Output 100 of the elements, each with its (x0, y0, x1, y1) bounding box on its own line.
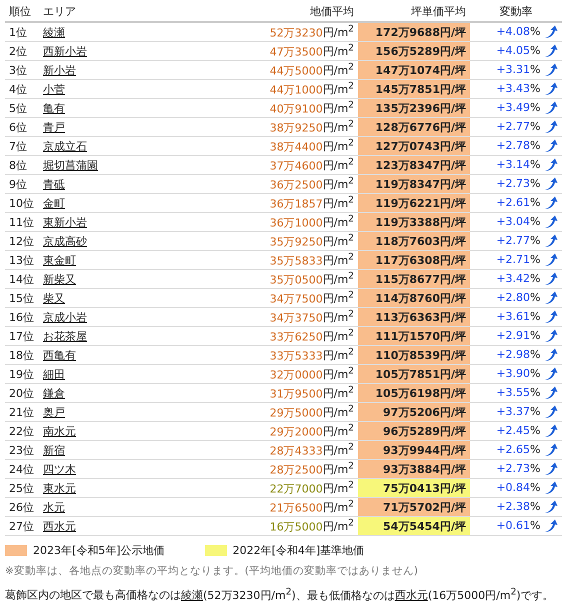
price-cell: 35万9250円/m$^{2}$ (159, 232, 358, 250)
tsubo-price-cell: 127万0743円/坪 (358, 136, 470, 156)
curved-arrow-icon (544, 481, 558, 495)
tsubo-price-cell: 115万8677円/坪 (358, 270, 470, 288)
area-link[interactable]: 西水元 (43, 520, 76, 532)
area-link[interactable]: 京成高砂 (43, 234, 87, 248)
curved-arrow-icon (544, 158, 558, 172)
change-rate-cell: +2.65% (470, 440, 562, 460)
area-link[interactable]: 奥戸 (43, 406, 65, 418)
area-link[interactable]: 京成小岩 (43, 310, 87, 324)
rank-cell: 25位 (5, 478, 39, 498)
rank-cell: 16位 (5, 308, 39, 326)
price-cell: 36万2500円/m$^{2}$ (159, 174, 358, 194)
price-cell: 29万2000円/m$^{2}$ (159, 422, 358, 440)
note-text: ※変動率は、各地点の変動率の平均となります。(平均地価の変動率ではありません) (5, 564, 419, 578)
curved-arrow-icon (544, 500, 558, 514)
price-cell: 34万7500円/m$^{2}$ (159, 288, 358, 308)
area-link[interactable]: 東金町 (43, 254, 76, 266)
area-link[interactable]: 亀有 (43, 102, 65, 114)
area-link[interactable]: 四ツ木 (43, 462, 76, 476)
change-rate-cell: +3.42% (470, 270, 562, 288)
price-cell: 16万5000円/m$^{2}$ (159, 516, 358, 536)
price-cell: 32万0000円/m$^{2}$ (159, 364, 358, 384)
area-link[interactable]: 東水元 (43, 482, 76, 494)
area-link[interactable]: 西亀有 (43, 348, 76, 362)
area-link[interactable]: 西新小岩 (43, 44, 87, 58)
area-link[interactable]: 金町 (43, 196, 65, 210)
rank-cell: 4位 (5, 80, 39, 98)
change-rate-cell: +2.61% (470, 194, 562, 212)
area-link[interactable]: お花茶屋 (43, 330, 87, 342)
area-link[interactable]: 東新小岩 (43, 216, 87, 228)
tsubo-price-cell: 117万6308円/坪 (358, 250, 470, 270)
change-rate-cell: +2.91% (470, 326, 562, 346)
rank-cell: 8位 (5, 156, 39, 174)
change-rate-cell: +2.78% (470, 136, 562, 156)
tsubo-price-cell: 105万6198円/坪 (358, 384, 470, 402)
price-cell: 52万3230円/m$^{2}$ (159, 22, 358, 42)
area-link[interactable]: 西水元 (394, 588, 428, 602)
price-cell: 33万5333円/m$^{2}$ (159, 346, 358, 364)
curved-arrow-icon (544, 405, 558, 419)
price-cell: 21万6500円/m$^{2}$ (159, 498, 358, 516)
price-cell: 36万1000円/m$^{2}$ (159, 212, 358, 232)
curved-arrow-icon (544, 196, 558, 210)
area-link[interactable]: 新柴又 (43, 272, 76, 286)
rank-cell: 14位 (5, 270, 39, 288)
change-rate-cell: +3.90% (470, 364, 562, 384)
price-cell: 36万1857円/m$^{2}$ (159, 194, 358, 212)
area-link[interactable]: 小菅 (43, 82, 65, 96)
column-header: 順位 (5, 2, 39, 22)
area-link[interactable]: 水元 (43, 500, 65, 514)
curved-arrow-icon (544, 291, 558, 305)
area-link[interactable]: 青戸 (43, 120, 65, 134)
curved-arrow-icon (544, 82, 558, 96)
tsubo-price-cell: 97万5206円/坪 (358, 402, 470, 422)
price-cell: 28万4333円/m$^{2}$ (159, 440, 358, 460)
tsubo-price-cell: 114万8760円/坪 (358, 288, 470, 308)
curved-arrow-icon (544, 215, 558, 229)
change-rate-cell: +3.43% (470, 80, 562, 98)
curved-arrow-icon (544, 386, 558, 400)
tsubo-price-cell: 54万5454円/坪 (358, 516, 470, 536)
tsubo-price-cell: 128万6776円/坪 (358, 118, 470, 136)
curved-arrow-icon (544, 310, 558, 324)
area-link[interactable]: 柴又 (43, 292, 65, 304)
change-rate-cell: +2.98% (470, 346, 562, 364)
curved-arrow-icon (544, 462, 558, 476)
curved-arrow-icon (544, 519, 558, 533)
area-link[interactable]: 青砥 (43, 178, 65, 190)
change-rate-cell: +2.38% (470, 498, 562, 516)
change-rate-cell: +2.77% (470, 232, 562, 250)
area-link[interactable]: 新宿 (43, 444, 65, 456)
tsubo-price-cell: 119万8347円/坪 (358, 174, 470, 194)
rank-cell: 21位 (5, 402, 39, 422)
legend-label: 2023年[令和5年]公示地価 (33, 543, 165, 558)
rank-cell: 7位 (5, 136, 39, 156)
rank-cell: 22位 (5, 422, 39, 440)
rank-cell: 13位 (5, 250, 39, 270)
rank-cell: 9位 (5, 174, 39, 194)
tsubo-price-cell: 113万6363円/坪 (358, 308, 470, 326)
tsubo-price-cell: 119万6221円/坪 (358, 194, 470, 212)
rank-cell: 3位 (5, 60, 39, 80)
area-link[interactable]: 綾瀬 (43, 26, 65, 38)
change-rate-cell: +2.73% (470, 174, 562, 194)
change-rate-cell: +3.49% (470, 98, 562, 118)
column-header: 変動率 (470, 2, 562, 22)
price-cell: 44万5000円/m$^{2}$ (159, 60, 358, 80)
price-cell: 47万3500円/m$^{2}$ (159, 42, 358, 60)
area-link[interactable]: 細田 (43, 368, 65, 380)
curved-arrow-icon (544, 443, 558, 457)
area-link[interactable]: 南水元 (43, 424, 76, 438)
area-link[interactable]: 新小岩 (43, 64, 76, 76)
area-link[interactable]: 綾瀬 (181, 588, 203, 602)
area-link[interactable]: 鎌倉 (43, 386, 65, 400)
rank-cell: 26位 (5, 498, 39, 516)
area-link[interactable]: 京成立石 (43, 140, 87, 152)
tsubo-price-cell: 123万8347円/坪 (358, 156, 470, 174)
change-rate-cell: +3.37% (470, 402, 562, 422)
area-link[interactable]: 堀切菖蒲園 (43, 158, 98, 172)
tsubo-price-cell: 75万0413円/坪 (358, 478, 470, 498)
curved-arrow-icon (544, 272, 558, 286)
price-cell: 40万9100円/m$^{2}$ (159, 98, 358, 118)
